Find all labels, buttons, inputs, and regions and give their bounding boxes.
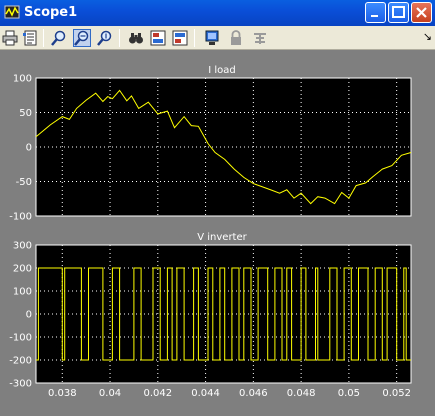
- restore-axes-icon: [172, 30, 188, 46]
- maximize-icon: [392, 6, 405, 18]
- y-tick-label: 50: [19, 108, 32, 119]
- y-tick-label: -100: [9, 333, 32, 344]
- save-axes-icon: [150, 30, 166, 46]
- zoom-icon: [51, 30, 66, 46]
- y-tick-label: 0: [26, 310, 32, 321]
- toolbar-separator: [194, 29, 195, 47]
- zoom-y-icon: [97, 30, 112, 46]
- close-icon: [416, 7, 427, 18]
- floating-scope-icon: [205, 30, 219, 45]
- toolbar: ↘: [0, 26, 435, 50]
- save-axes-button[interactable]: [149, 29, 167, 47]
- y-tick-label: 200: [13, 264, 32, 275]
- y-tick-label: -300: [9, 379, 32, 390]
- autoscale-icon: [129, 33, 143, 44]
- y-tick-label: -200: [9, 356, 32, 367]
- x-tick-label: 0.048: [287, 388, 316, 399]
- x-tick-label: 0.052: [382, 388, 411, 399]
- print-icon: [2, 30, 18, 46]
- restore-axes-button[interactable]: [171, 29, 189, 47]
- y-tick-label: -100: [9, 212, 32, 223]
- y-tick-label: -50: [16, 177, 32, 188]
- x-tick-label: 0.044: [191, 388, 220, 399]
- y-tick-label: 0: [26, 143, 32, 154]
- y-tick-label: 100: [13, 287, 32, 298]
- x-tick-label: 0.038: [48, 388, 77, 399]
- title-bar[interactable]: Scope1: [0, 0, 435, 26]
- toolbar-separator: [43, 29, 44, 47]
- zoom-x-button[interactable]: [73, 29, 91, 47]
- scope-window: Scope1 ↘ I load -100 -50 0 50 100 V inve…: [0, 0, 435, 416]
- maximize-button[interactable]: [388, 2, 409, 23]
- plot-title: I load: [208, 65, 236, 76]
- signal-selection-button[interactable]: [251, 29, 269, 47]
- lock-icon: [231, 30, 241, 45]
- parameters-button[interactable]: [21, 29, 39, 47]
- signal-selection-icon: [254, 33, 266, 44]
- lock-button[interactable]: [227, 29, 245, 47]
- x-tick-label: 0.05: [338, 388, 360, 399]
- toolbar-separator: [119, 29, 120, 47]
- print-button[interactable]: [1, 29, 19, 47]
- parameters-icon: [23, 30, 37, 46]
- y-tick-label: 300: [13, 241, 32, 252]
- y-tick-label: 100: [13, 74, 32, 85]
- plot-title: V inverter: [197, 232, 247, 243]
- autoscale-button[interactable]: [127, 29, 145, 47]
- x-tick-label: 0.046: [239, 388, 268, 399]
- x-tick-label: 0.04: [99, 388, 121, 399]
- x-tick-label: 0.042: [143, 388, 172, 399]
- close-button[interactable]: [411, 2, 432, 23]
- dock-arrow-icon[interactable]: ↘: [423, 30, 432, 43]
- zoom-x-icon: [74, 30, 89, 46]
- minimize-icon: [371, 15, 378, 17]
- floating-scope-button[interactable]: [203, 29, 221, 47]
- window-title: Scope1: [24, 5, 78, 20]
- scope-app-icon: [4, 5, 20, 19]
- zoom-y-button[interactable]: [96, 29, 114, 47]
- minimize-button[interactable]: [365, 2, 386, 23]
- zoom-button[interactable]: [50, 29, 68, 47]
- i-load-plot[interactable]: I load -100 -50 0 50 100: [0, 58, 435, 230]
- v-inverter-plot[interactable]: V inverter -300 -200 -100 0 100 200 300 0.038 0.…: [0, 225, 435, 405]
